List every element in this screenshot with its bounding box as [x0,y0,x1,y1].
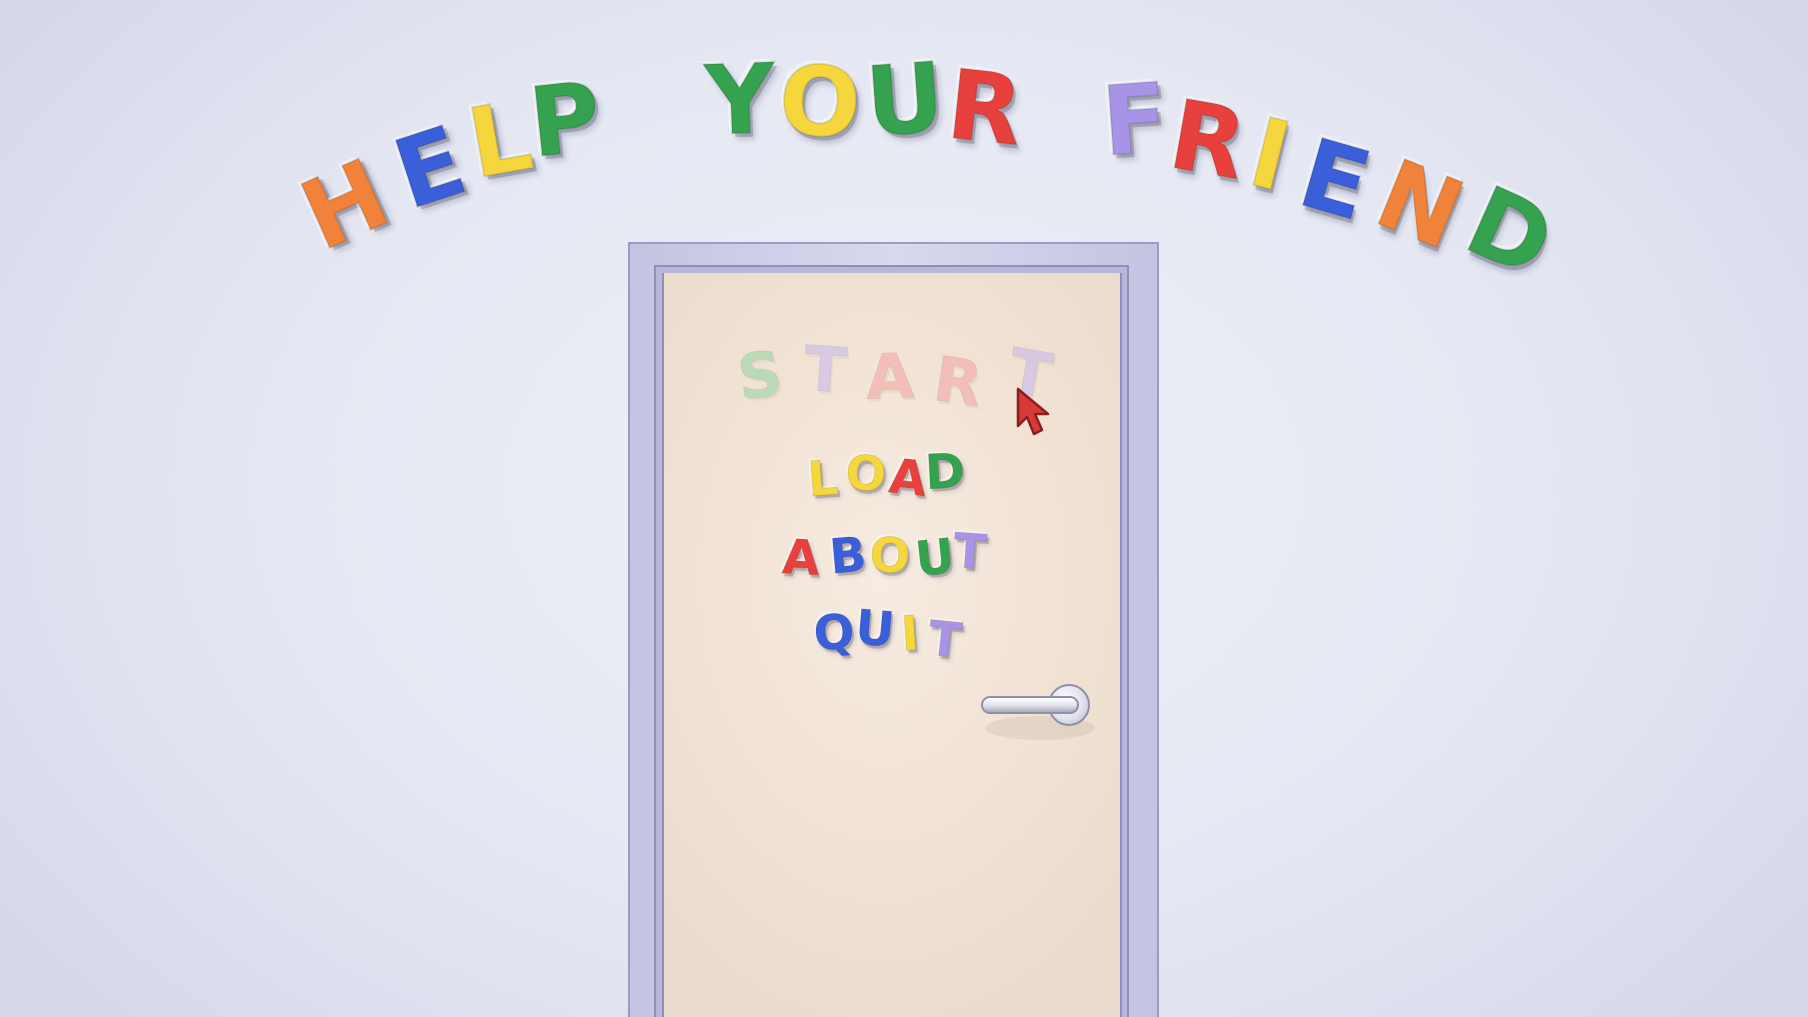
title-letter: R [1161,77,1255,202]
quit-letter[interactable]: Q [812,603,857,662]
load-letter[interactable]: A [886,448,930,509]
title-letter: U [861,40,949,159]
title-letter: I [1238,95,1302,214]
quit-letter[interactable]: T [925,610,964,670]
about-letter[interactable]: T [951,522,989,581]
about-letter[interactable]: U [912,528,958,589]
title-letter: D [1450,164,1570,301]
title-letter: E [1287,116,1383,244]
title-letter: Y [702,42,777,158]
title-letter: F [1097,61,1172,179]
title-letter: H [285,137,406,274]
pointer-arrow-icon [1016,387,1050,436]
title-letter: O [775,43,864,161]
load-letter[interactable]: O [844,445,888,503]
about-letter[interactable]: O [868,527,912,585]
quit-letter[interactable]: U [853,599,898,659]
title-letter: E [381,104,480,233]
door-handle [981,696,1079,714]
title-letter: P [523,60,607,181]
start-letter[interactable]: A [864,339,916,415]
about-letter[interactable]: B [827,526,869,586]
main-menu-scene: HELPYOURFRIEND START LOAD ABOUT QUIT [0,0,1808,1017]
load-letter[interactable]: L [805,450,840,509]
title-letter: R [941,47,1028,168]
load-letter[interactable]: D [923,442,967,501]
start-letter[interactable]: R [929,342,987,422]
about-letter[interactable]: A [780,529,821,588]
start-letter[interactable]: S [733,336,786,414]
quit-letter[interactable]: I [899,605,922,663]
start-letter[interactable]: T [801,331,849,408]
